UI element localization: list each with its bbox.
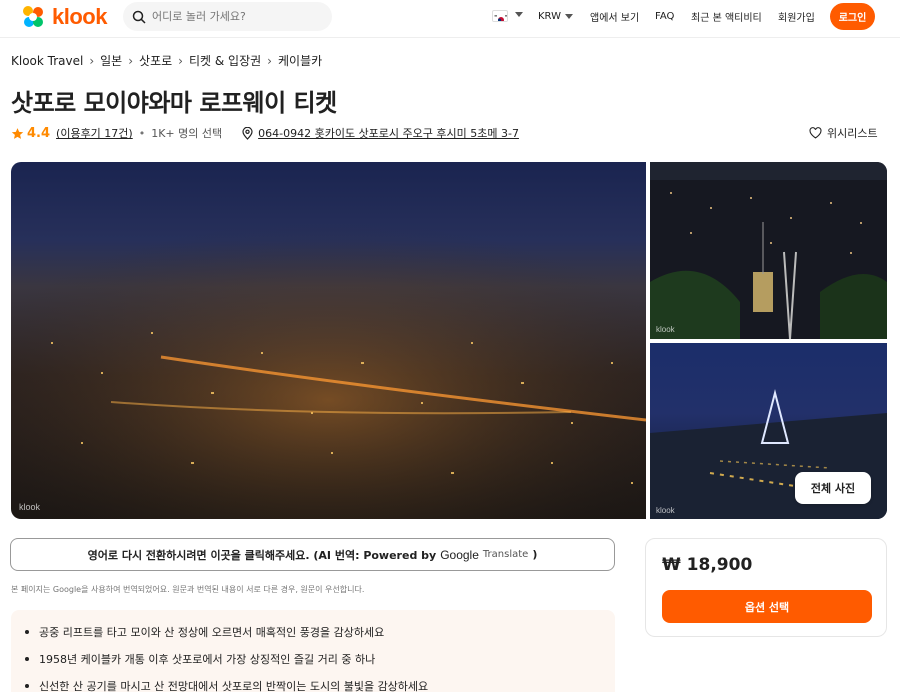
korea-flag-icon[interactable]: [492, 10, 508, 22]
night-city-photo: klook: [11, 162, 646, 519]
translate-text: 영어로 다시 전환하시려면 이곳을 클릭해주세요. (AI 번역: Powere…: [87, 548, 437, 562]
separator-dot: •: [138, 126, 146, 140]
breadcrumb-item[interactable]: 일본: [100, 52, 122, 69]
photo-watermark: klook: [19, 502, 41, 512]
klook-logo[interactable]: klook: [20, 4, 107, 30]
chevron-right-icon: ›: [267, 53, 272, 68]
price-value: ₩ 18,900: [662, 555, 753, 575]
star-icon: [11, 127, 24, 139]
chevron-right-icon: ›: [178, 53, 183, 68]
address-text: 064-0942 홋카이도 삿포로시 주오구 후시미 5초메 3-7: [258, 127, 519, 140]
translate-close-paren: ): [532, 548, 538, 561]
currency-selector[interactable]: KRW: [538, 0, 573, 33]
search-box[interactable]: [123, 2, 332, 31]
login-button[interactable]: 로그인: [830, 3, 875, 30]
highlight-item: 신선한 산 공기를 마시고 산 전망대에서 삿포로의 반짝이는 도시의 불빛을 …: [25, 678, 601, 692]
select-options-button[interactable]: 옵션 선택: [662, 590, 872, 623]
klook-logo-icon: [23, 6, 43, 27]
search-icon: [132, 10, 146, 24]
address-link[interactable]: 064-0942 홋카이도 삿포로시 주오구 후시미 5초메 3-7: [242, 125, 519, 141]
wishlist-button[interactable]: 위시리스트: [809, 125, 878, 141]
google-translate-label: Translate: [482, 549, 529, 560]
location-pin-icon: [242, 126, 253, 140]
currency-label: KRW: [538, 11, 561, 22]
app-link[interactable]: 앱에서 보기: [590, 0, 639, 33]
highlight-text: 1958년 케이블카 개통 이후 삿포로에서 가장 상징적인 즐길 거리 중 하…: [39, 653, 376, 666]
gallery-main-photo[interactable]: klook: [11, 162, 646, 519]
photo-watermark: klook: [656, 506, 676, 515]
breadcrumb-item[interactable]: 티켓 & 입장권: [189, 52, 261, 69]
photo-watermark: klook: [656, 325, 676, 334]
reviews-link[interactable]: (이용후기 17건): [56, 125, 133, 141]
ropeway-photo: klook: [650, 162, 887, 339]
bullet-icon: [25, 684, 29, 688]
highlight-item: 1958년 케이블카 개통 이후 삿포로에서 가장 상징적인 즐길 거리 중 하…: [25, 651, 601, 667]
highlight-text: 공중 리프트를 타고 모이와 산 정상에 오르면서 매혹적인 풍경을 감상하세요: [39, 626, 385, 639]
faq-link[interactable]: FAQ: [655, 0, 674, 33]
breadcrumb-item[interactable]: 케이블카: [278, 52, 322, 69]
wishlist-label: 위시리스트: [827, 127, 878, 140]
activity-meta: 4.4 (이용후기 17건) • 1K+ 명의 선택 064-0942 홋카이도…: [11, 125, 519, 141]
highlight-text: 신선한 산 공기를 마시고 산 전망대에서 삿포로의 반짝이는 도시의 불빛을 …: [39, 680, 429, 692]
chevron-right-icon: ›: [128, 53, 134, 68]
price-card: ₩ 18,900 옵션 선택: [645, 538, 887, 637]
recent-activities-link[interactable]: 최근 본 액티비티: [691, 0, 762, 33]
top-header: klook KRW 앱에서 보기 FAQ 최근 본 액티비티 회원가입 로그인: [0, 0, 900, 38]
translate-toggle-bar[interactable]: 영어로 다시 전환하시려면 이곳을 클릭해주세요. (AI 번역: Powere…: [10, 538, 615, 571]
highlights-list: 공중 리프트를 타고 모이와 산 정상에 오르면서 매혹적인 풍경을 감상하세요…: [11, 610, 615, 692]
gallery-thumb-1[interactable]: klook: [650, 162, 887, 339]
translate-disclaimer: 본 페이지는 Google을 사용하여 번역되었어요. 원문과 번역된 내용이 …: [11, 585, 365, 594]
heart-icon: [809, 127, 822, 139]
chevron-down-icon: [565, 14, 573, 19]
rating-value: 4.4: [27, 125, 51, 141]
klook-wordmark: klook: [52, 4, 107, 29]
page-title: 삿포로 모이야와마 로프웨이 티켓: [11, 89, 337, 117]
booked-count: 1K+ 명의 선택: [151, 127, 223, 140]
breadcrumb-item[interactable]: Klook Travel: [11, 54, 83, 68]
highlight-item: 공중 리프트를 타고 모이와 산 정상에 오르면서 매혹적인 풍경을 감상하세요: [25, 624, 601, 640]
view-all-photos-button[interactable]: 전체 사진: [795, 472, 871, 504]
google-wordmark: Google: [440, 547, 479, 562]
bullet-icon: [25, 657, 29, 661]
chevron-right-icon: ›: [89, 53, 95, 68]
bullet-icon: [25, 630, 29, 634]
breadcrumb: Klook Travel › 일본 › 삿포로 › 티켓 & 입장권 › 케이블…: [11, 52, 322, 69]
signup-link[interactable]: 회원가입: [778, 0, 815, 33]
search-input[interactable]: [152, 10, 322, 23]
language-dropdown-caret[interactable]: [515, 12, 523, 17]
google-logo: Google: [440, 548, 479, 562]
breadcrumb-item[interactable]: 삿포로: [139, 52, 172, 69]
